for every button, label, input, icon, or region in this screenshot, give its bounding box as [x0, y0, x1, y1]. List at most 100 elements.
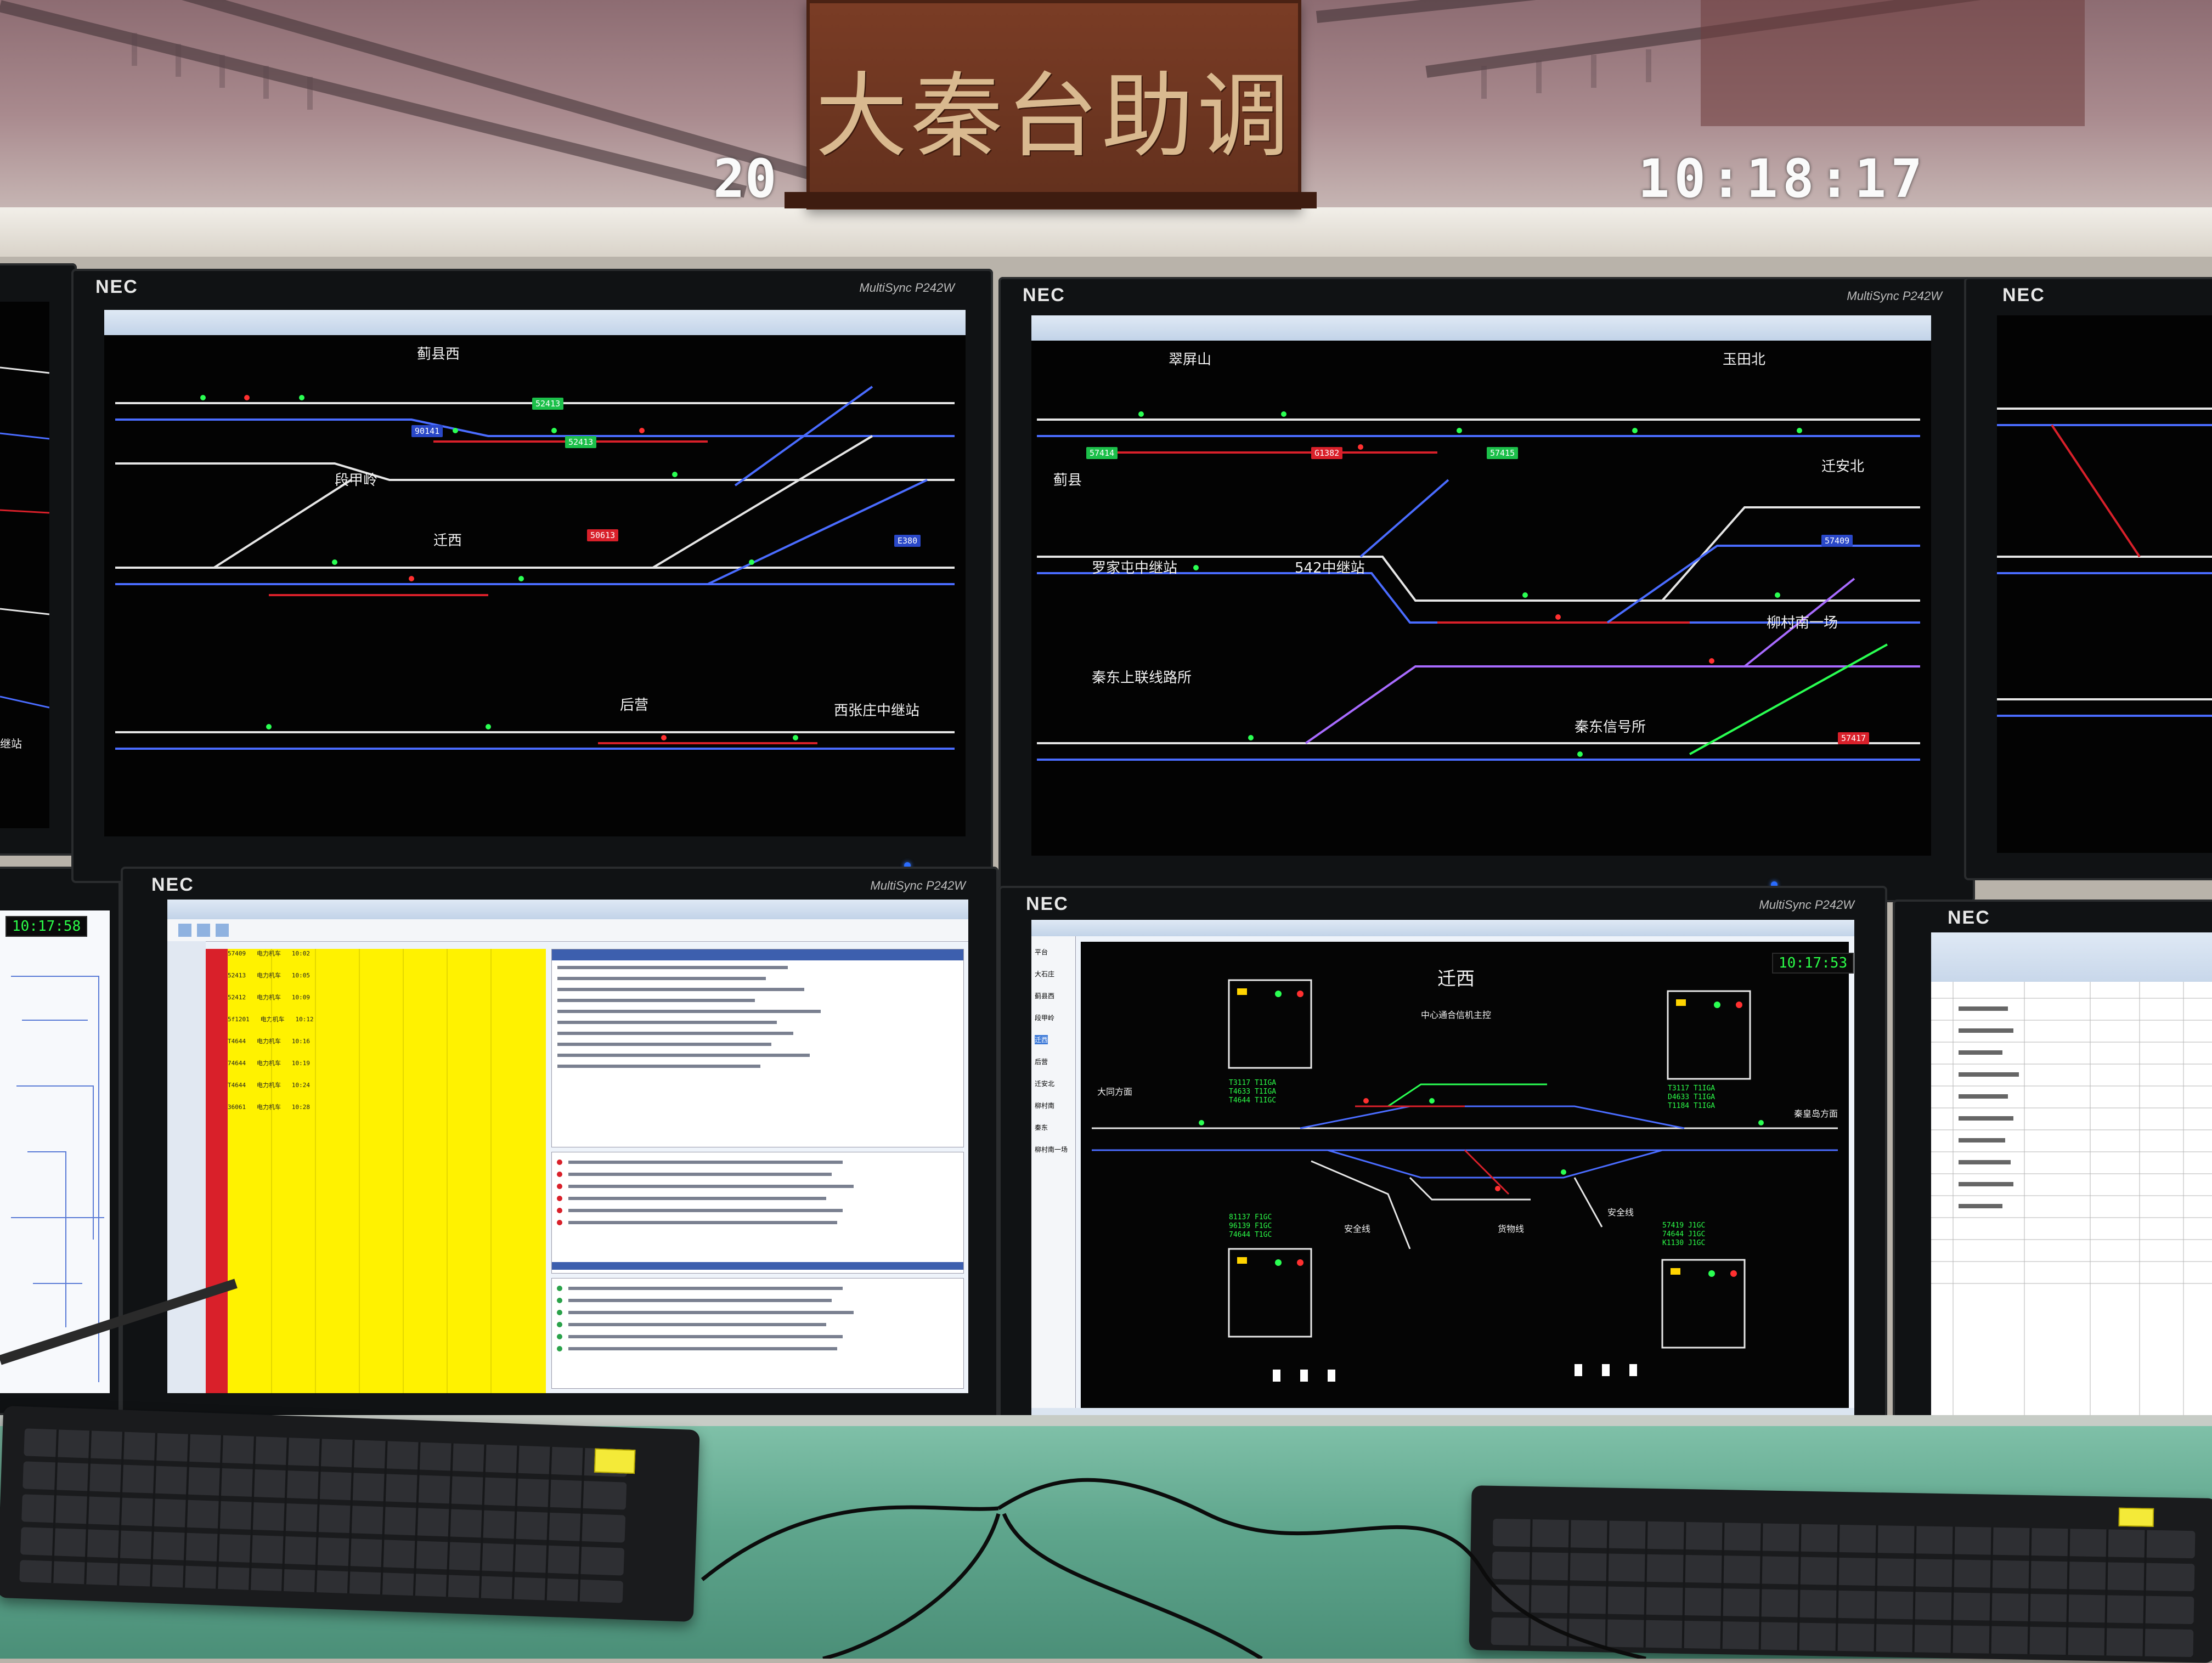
train-entry[interactable]: 74644 T1GC: [1229, 1231, 1272, 1240]
sticker: [2118, 1507, 2154, 1527]
station-label: 玉田北: [1723, 352, 1766, 368]
event-list: [557, 1286, 854, 1351]
station-sidebar: 平台 大石庄 蓟县西 段甲岭 迁西 后营 迁安北 柳村南 秦东 柳村南一场: [1031, 936, 1076, 1408]
train-id-tag[interactable]: 57414: [1086, 447, 1118, 459]
log-panel-middle: [551, 1152, 964, 1274]
train-id-tag[interactable]: E380: [894, 535, 921, 547]
train-entry[interactable]: D4633 T1IGA: [1668, 1093, 1715, 1102]
monitor-model: MultiSync P242W: [1847, 289, 1942, 303]
sidebar-item[interactable]: 柳村南一场: [1035, 1145, 1068, 1154]
nameplate-title: 大秦台助调: [815, 63, 1293, 170]
sidebar-item[interactable]: 后营: [1035, 1057, 1048, 1066]
toolbar-icon[interactable]: [216, 924, 229, 937]
train-id-tag[interactable]: 50613: [587, 529, 619, 541]
alarm-list: [552, 1159, 963, 1270]
screen-bottom-left: 57409 电力机车 10:02 52413 电力机车 10:05 52412 …: [167, 900, 968, 1393]
sidebar-item[interactable]: 段甲岭: [1035, 1013, 1054, 1022]
keyboard-left[interactable]: [0, 1405, 700, 1622]
monitor-brand: NEC: [1023, 285, 1065, 306]
sidebar-item-active[interactable]: 迁西: [1035, 1035, 1048, 1044]
train-entry[interactable]: T1184 T1IGA: [1668, 1102, 1715, 1111]
side-panel: [167, 941, 206, 1393]
schedule-grid: 57409 电力机车 10:02 52413 电力机车 10:05 52412 …: [228, 949, 546, 1393]
train-id-tag[interactable]: 57415: [1487, 447, 1519, 459]
window-titlebar: [167, 900, 968, 919]
station-diagram: 迁西 10:17:53 中心通合信机主控 大同方面 秦皇岛方面 安全线 货物线 …: [1081, 942, 1854, 1408]
train-list-bottom-right: 57419 J1GC 74644 J1GC K1130 J1GC: [1662, 1221, 1705, 1248]
train-id-tag[interactable]: 57417: [1838, 732, 1870, 744]
train-list-bottom-left: 81137 F1GC 96139 F1GC 74644 T1GC: [1229, 1213, 1272, 1240]
station-left-edge: 宁北中继站: [0, 737, 22, 750]
wiring-diagram-left-edge: [11, 976, 104, 1382]
sidebar-item[interactable]: 秦东: [1035, 1123, 1048, 1132]
train-entry[interactable]: T4633 T1IGA: [1229, 1088, 1276, 1096]
sidebar-item[interactable]: 大石庄: [1035, 969, 1054, 978]
train-entry[interactable]: T3117 T1IGA: [1668, 1084, 1715, 1093]
train-id-tag[interactable]: 57409: [1821, 535, 1853, 547]
window-titlebar: [1031, 920, 1854, 936]
station-label: 秦东上联线路所: [1092, 670, 1192, 686]
train-list-left: T3117 T1IGA T4633 T1IGA T4644 T1IGC: [1229, 1079, 1276, 1105]
toolbar-icon[interactable]: [197, 924, 210, 937]
nameplate-base: [785, 192, 1317, 208]
monitor-right-edge-bottom: NEC: [1893, 900, 2212, 1448]
keyboard-right[interactable]: [1469, 1485, 2212, 1663]
station-label: 翠屏山: [1169, 352, 1212, 368]
desk-nameplate: 大秦台助调: [806, 0, 1301, 210]
monitor-left-edge-bottom: 10:17:58: [0, 867, 121, 1415]
station-label: 542中继站: [1295, 560, 1365, 576]
train-entry[interactable]: 96139 F1GC: [1229, 1222, 1272, 1231]
monitor-right-edge-top: NEC: [1964, 277, 2212, 880]
station-label: 蓟县: [1053, 472, 1082, 489]
sidebar-item[interactable]: 平台: [1035, 947, 1048, 957]
screen-top-left: 蓟县西 段甲岭 迁西 后营 西张庄中继站 52413 90141 52413 E…: [104, 310, 966, 836]
station-label: 西张庄中继站: [834, 703, 920, 719]
sticker: [594, 1448, 636, 1474]
keyboard-keys: [1491, 1518, 2196, 1658]
train-entry[interactable]: 81137 F1GC: [1229, 1213, 1272, 1222]
monitor-brand: NEC: [1026, 893, 1069, 914]
monitor-brand: NEC: [2002, 285, 2045, 306]
screen-right-edge-top: [1997, 315, 2212, 853]
monitor-model: MultiSync P242W: [870, 879, 966, 892]
wall-clock-date: 20: [713, 148, 777, 208]
station-label: 段甲岭: [335, 472, 378, 489]
station-label: 后营: [620, 697, 649, 714]
monitor-bottom-left: NEC MultiSync P242W 57409 电力机车 10:02 524…: [121, 867, 998, 1426]
train-entry[interactable]: 57419 J1GC: [1662, 1221, 1705, 1230]
screen-top-right: 翠屏山 玉田北 迁安北 蓟县 罗家屯中继站 542中继站 柳村南一场 秦东上联线…: [1031, 315, 1931, 856]
station-label: 迁西: [433, 533, 462, 549]
station-label: 秦东信号所: [1575, 719, 1646, 736]
train-list-right: T3117 T1IGA D4633 T1IGA T1184 T1IGA: [1668, 1084, 1715, 1111]
sidebar-item[interactable]: 柳村南: [1035, 1101, 1054, 1110]
sidebar-item[interactable]: 蓟县西: [1035, 991, 1054, 1000]
train-id-tag[interactable]: 52413: [565, 436, 597, 448]
toolbar-icon[interactable]: [178, 924, 191, 937]
station-label: 柳村南一场: [1767, 615, 1838, 631]
track-diagram-top-right: [1037, 411, 1920, 761]
sidebar-item[interactable]: 迁安北: [1035, 1079, 1054, 1088]
train-entry[interactable]: T4644 T1IGC: [1229, 1096, 1276, 1105]
track-diagram-right-edge: [1997, 408, 2212, 717]
monitor-top-right: NEC MultiSync P242W 翠屏山 玉田北 迁安北 蓟县 罗家屯中继…: [998, 277, 1975, 902]
track-label: 货物线: [1498, 1224, 1525, 1234]
monitor-brand: NEC: [1948, 907, 1990, 928]
keyboard-keys: [19, 1428, 628, 1603]
monitor-model: MultiSync P242W: [1759, 898, 1854, 912]
log-lines: [557, 966, 821, 1068]
monitor-brand: NEC: [95, 276, 138, 297]
station-label: 迁安北: [1821, 459, 1865, 475]
train-entry[interactable]: T3117 T1IGA: [1229, 1079, 1276, 1088]
monitor-brand: NEC: [151, 874, 194, 895]
train-id-tag[interactable]: 90141: [411, 425, 443, 437]
interlocking-diagram: [1092, 979, 1838, 1382]
train-id-tag[interactable]: 52413: [532, 398, 564, 410]
train-entry[interactable]: K1130 J1GC: [1662, 1239, 1705, 1248]
screen-left-edge-bottom: 10:17:58: [0, 910, 110, 1393]
train-entry[interactable]: 74644 J1GC: [1662, 1230, 1705, 1239]
wall-clock: 10:18:17: [1638, 148, 1927, 208]
log-panel-header: [552, 949, 963, 960]
monitor-bottom-right: NEC MultiSync P242W 平台 大石庄 蓟县西 段甲岭 迁西 后营…: [998, 886, 1887, 1462]
grid-lines: [271, 949, 492, 1393]
train-id-tag[interactable]: G1382: [1311, 447, 1343, 459]
